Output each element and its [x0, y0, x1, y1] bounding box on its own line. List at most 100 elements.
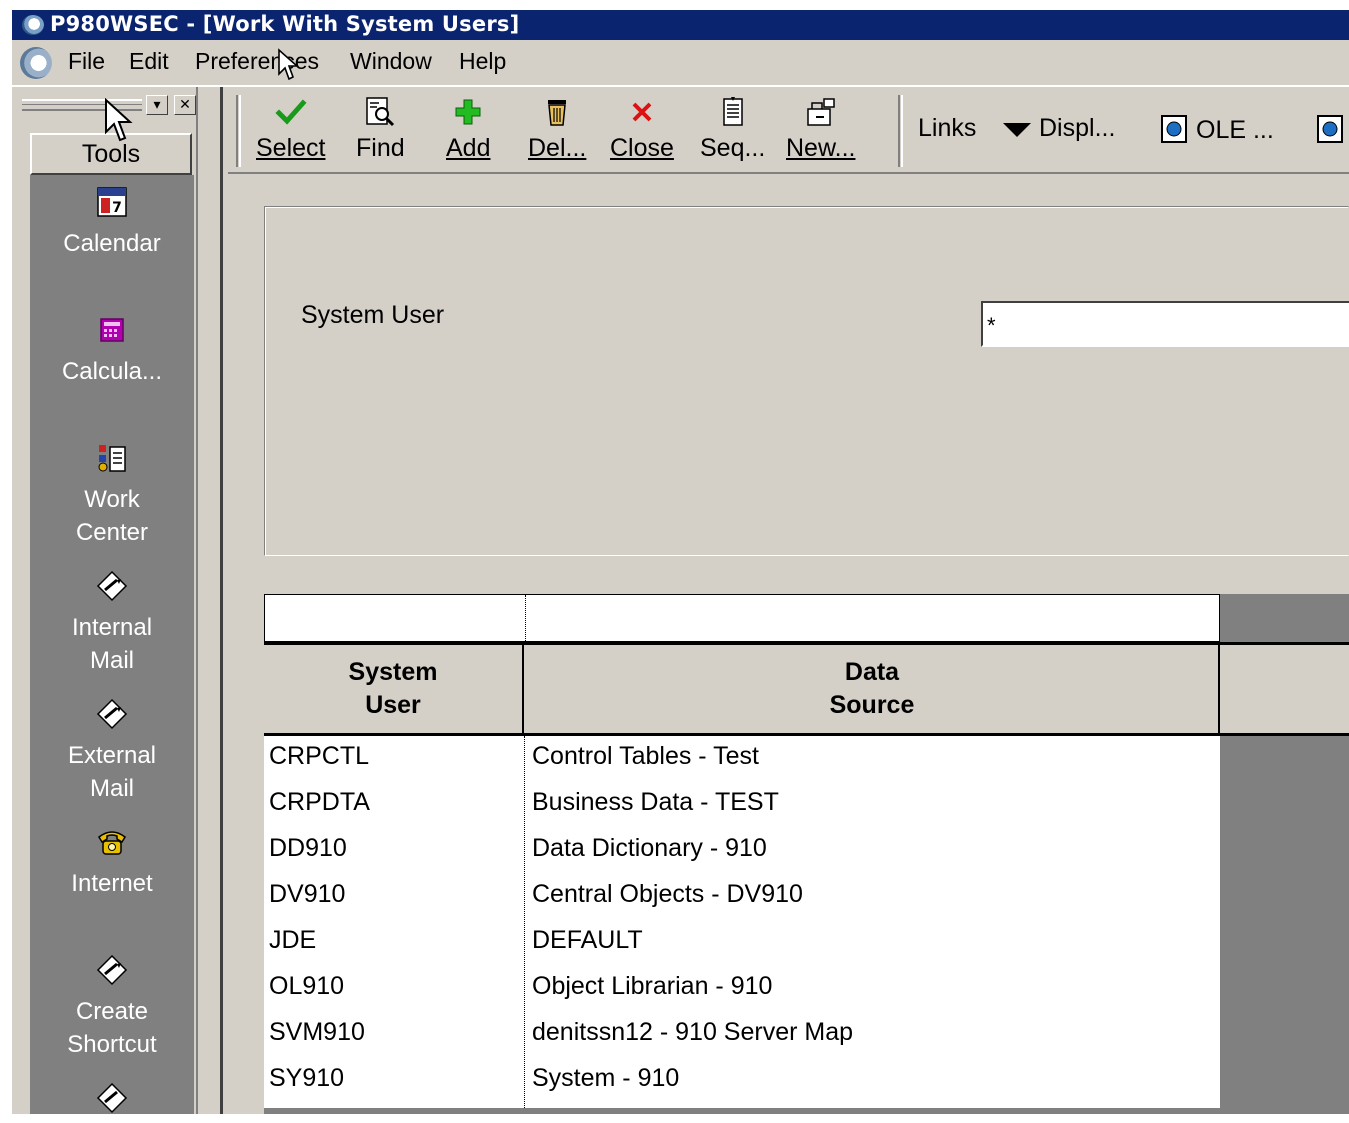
close-icon: ✕: [179, 96, 191, 112]
calculator-icon: [100, 318, 124, 342]
system-user-label: System User: [301, 301, 445, 329]
tool-external-mail[interactable]: External Mail: [30, 697, 194, 805]
tool-internet-label: Internet: [71, 870, 153, 897]
form-content: System User System User Data Source CRPCTL…: [228, 174, 1349, 1114]
close-button[interactable]: Close: [610, 95, 674, 163]
frame-close-button[interactable]: ✕: [174, 95, 196, 115]
tool-work-center-label-2: Center: [75, 519, 149, 546]
menu-help[interactable]: Help: [459, 48, 506, 75]
window-system-menu-icon[interactable]: [20, 47, 52, 79]
table-row[interactable]: SVM910 denitssn12 - 910 Server Map: [264, 1012, 1220, 1058]
qbe-data-source-cell[interactable]: [526, 595, 1220, 641]
restore-icon: ▾: [153, 96, 161, 112]
checkmark-icon: [275, 99, 307, 125]
qbe-system-user-cell[interactable]: [265, 595, 525, 641]
cell-data-source: Object Librarian - 910: [532, 972, 773, 1000]
cell-data-source: System - 910: [532, 1064, 680, 1092]
frame-splitter[interactable]: [196, 87, 228, 1114]
system-user-input[interactable]: [981, 301, 1349, 347]
tool-external-mail-label-1: External: [67, 742, 157, 769]
tool-create-shortcut-label-1: Create: [75, 998, 149, 1025]
column-header-system-user[interactable]: System User: [264, 645, 524, 733]
cell-data-source: Business Data - TEST: [532, 788, 779, 816]
tool-internet[interactable]: Internet: [30, 825, 194, 900]
cell-system-user: CRPDTA: [269, 788, 370, 816]
frame-restore-button[interactable]: ▾: [146, 95, 168, 115]
tool-internal-mail-label-2: Mail: [89, 647, 134, 674]
sequence-button-label: Seq...: [700, 134, 766, 162]
delete-button[interactable]: Del...: [528, 95, 586, 163]
users-grid: System User Data Source CRPCTL Control Tab…: [264, 594, 1349, 1114]
plus-icon: [455, 99, 481, 125]
new-folder-icon: [806, 98, 835, 126]
column-header-data-source-line2: Source: [829, 691, 915, 719]
menu-window[interactable]: Window: [350, 48, 432, 75]
links-menu[interactable]: Links: [918, 114, 976, 143]
app-globe-icon: [22, 15, 44, 35]
grid-query-by-example-row: [264, 594, 1220, 642]
cell-data-source: Central Objects - DV910: [532, 880, 803, 908]
table-row[interactable]: CRPCTL Control Tables - Test: [264, 736, 1220, 782]
calendar-icon: 7: [97, 187, 127, 217]
new-button[interactable]: New...: [786, 95, 855, 163]
add-button[interactable]: Add: [446, 95, 490, 163]
display-menu-label: Displ...: [1039, 114, 1116, 142]
find-button[interactable]: Find: [356, 95, 405, 163]
tool-create-shortcut-label-2: Shortcut: [67, 1031, 157, 1058]
shortcut-diamond-icon: [96, 954, 128, 986]
title-bar: P980WSEC - [Work With System Users]: [12, 10, 1349, 40]
grid-header: System User Data Source: [264, 642, 1349, 736]
cell-data-source: DEFAULT: [532, 926, 643, 954]
table-row[interactable]: CRPDTA Business Data - TEST: [264, 782, 1220, 828]
cell-system-user: SVM910: [269, 1018, 365, 1046]
tool-work-center-label-1: Work: [84, 486, 140, 513]
tool-calendar[interactable]: 7 Calendar: [30, 185, 194, 260]
table-row[interactable]: SY910 System - 910: [264, 1058, 1220, 1104]
menu-preferences[interactable]: Preferences: [195, 48, 319, 75]
column-header-system-user-line2: User: [365, 691, 421, 719]
table-row[interactable]: JDE DEFAULT: [264, 920, 1220, 966]
cell-system-user: SY910: [269, 1064, 345, 1092]
menu-file[interactable]: File: [68, 48, 105, 75]
column-header-system-user-line1: System: [348, 658, 438, 686]
ole-document-icon: [1317, 115, 1343, 143]
toolbar-separator: [898, 95, 903, 167]
menu-edit[interactable]: Edit: [129, 48, 169, 75]
tool-internal-mail[interactable]: Internal Mail: [30, 569, 194, 677]
tool-calendar-label: Calendar: [63, 230, 161, 257]
sequence-button[interactable]: Seq...: [700, 95, 765, 163]
ole-button-2[interactable]: [1316, 114, 1346, 145]
ole-button[interactable]: OLE ...: [1160, 114, 1274, 145]
tool-work-center[interactable]: Work Center: [30, 441, 194, 549]
column-header-data-source[interactable]: Data Source: [526, 645, 1220, 733]
tool-create-shortcut[interactable]: Create Shortcut: [30, 953, 194, 1061]
tool-external-mail-label-2: Mail: [89, 775, 134, 802]
cell-system-user: DD910: [269, 834, 347, 862]
close-button-label: Close: [610, 134, 674, 162]
grid-body: CRPCTL Control Tables - Test CRPDTA Busi…: [264, 736, 1220, 1108]
tool-calculator[interactable]: Calcula...: [30, 313, 194, 388]
table-row[interactable]: DV910 Central Objects - DV910: [264, 874, 1220, 920]
close-x-icon: [632, 102, 652, 122]
add-button-label: Add: [446, 134, 491, 162]
ole-button-label: OLE ...: [1196, 116, 1274, 144]
tools-panel: 7 Calendar Calcula... Work Center Intern…: [30, 175, 194, 1114]
form-toolbar: Select Find Add Del... Close Seq... New.…: [228, 87, 1349, 174]
table-row[interactable]: DD910 Data Dictionary - 910: [264, 828, 1220, 874]
mail-diamond-icon: [96, 570, 128, 602]
display-menu[interactable]: Displ...: [1003, 114, 1115, 143]
toolbar-separator: [236, 95, 241, 167]
shortcut-diamond-icon: [96, 1082, 128, 1114]
new-button-label: New...: [786, 134, 856, 162]
work-center-icon: [98, 445, 126, 472]
menu-bar: File Edit Preferences Window Help: [12, 40, 1349, 86]
table-row[interactable]: OL910 Object Librarian - 910: [264, 966, 1220, 1012]
cell-data-source: Data Dictionary - 910: [532, 834, 767, 862]
cell-data-source: Control Tables - Test: [532, 742, 759, 770]
select-button-label: Select: [256, 134, 326, 162]
tool-more[interactable]: [30, 1081, 194, 1123]
mouse-pointer-icon: [278, 48, 299, 81]
mail-diamond-icon: [96, 698, 128, 730]
select-button[interactable]: Select: [256, 95, 325, 163]
mouse-pointer-icon: [105, 98, 133, 142]
